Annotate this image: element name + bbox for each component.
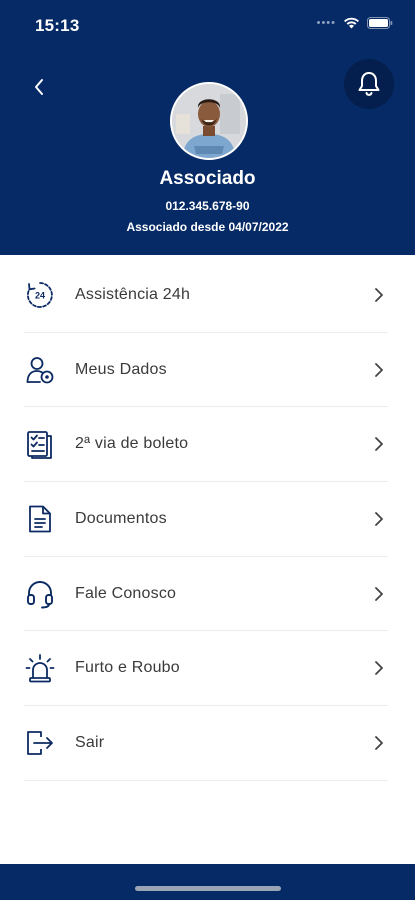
chevron-right-icon [375,661,383,676]
menu-item-label: 2ª via de boleto [75,435,189,453]
alarm-siren-icon [24,652,56,684]
status-time: 15:13 [35,16,80,35]
menu-item-meus-dados[interactable]: Meus Dados [24,333,388,408]
bell-icon [358,72,380,96]
chevron-right-icon [375,512,383,526]
user-settings-icon [24,354,56,386]
wifi-icon [344,17,359,29]
profile-photo-icon [172,84,246,158]
profile-header: 15:13 •••• Associado 012.345.678-90 Asso… [0,0,415,255]
checklist-icon [24,428,56,460]
chevron-left-icon [35,79,43,95]
battery-icon [367,17,393,29]
status-bar: 15:13 •••• [0,0,415,50]
menu-item-label: Documentos [75,509,167,527]
clock-24h-icon: 24 [24,279,56,311]
bottom-bar [0,864,415,900]
menu-item-segunda-via-boleto[interactable]: 2ª via de boleto [24,407,388,483]
logout-icon [24,727,56,759]
menu-item-fale-conosco[interactable]: Fale Conosco [24,557,388,632]
avatar [170,82,248,160]
chevron-right-icon [375,287,383,302]
menu-item-documentos[interactable]: Documentos [24,482,388,557]
headset-icon [24,578,56,610]
back-button[interactable] [24,72,54,102]
svg-text:24: 24 [35,290,45,300]
menu-item-furto-roubo[interactable]: Furto e Roubo [24,631,388,707]
status-icons: •••• [317,17,393,29]
chevron-right-icon [375,736,383,750]
menu-item-label: Fale Conosco [75,584,177,602]
chevron-right-icon [375,437,383,452]
menu-item-assistencia[interactable]: 24 Assistência 24h [24,258,388,333]
document-icon [24,503,56,535]
profile-id-number: 012.345.678-90 [165,199,250,213]
signal-dots-icon: •••• [316,17,336,29]
menu-item-label: Meus Dados [75,360,167,378]
member-since: Associado desde 04/07/2022 [126,220,289,234]
menu-item-label: Assistência 24h [75,285,191,303]
menu-list: 24 Assistência 24h Meus Dados 2ª via de … [0,258,415,781]
profile-name: Associado [159,168,256,189]
menu-item-label: Sair [75,733,105,751]
chevron-right-icon [375,362,383,377]
chevron-right-icon [375,586,383,601]
menu-item-label: Furto e Roubo [75,659,180,677]
menu-item-sair[interactable]: Sair [24,706,388,781]
home-indicator[interactable] [135,886,281,891]
notifications-button[interactable] [344,59,394,109]
